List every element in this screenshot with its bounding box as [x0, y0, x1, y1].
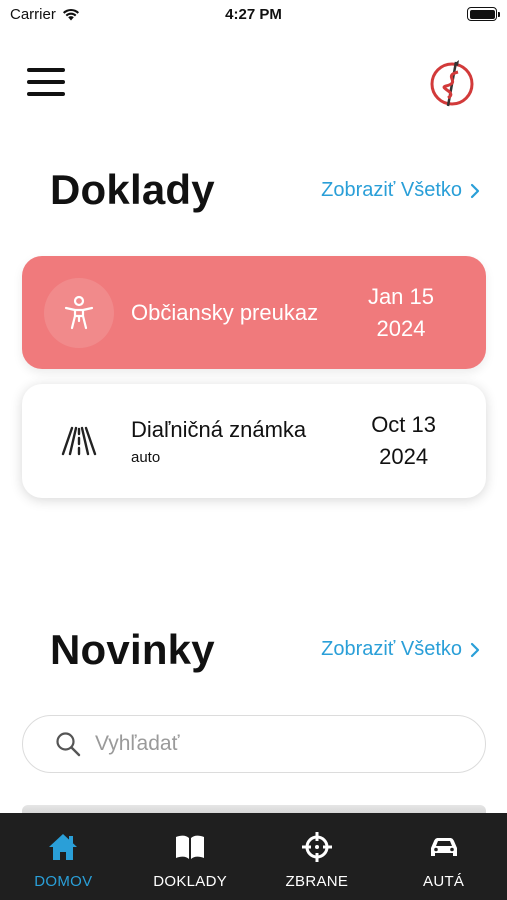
person-icon — [64, 295, 94, 329]
documents-title: Doklady — [50, 166, 215, 213]
tab-label: AUTÁ — [423, 873, 465, 890]
card-date-day: Oct 13 — [371, 412, 436, 437]
bottom-tab-bar: DOMOV DOKLADY ZBRANE AUTÁ — [0, 813, 507, 900]
tab-label: ZBRANE — [285, 873, 349, 890]
card-date: Jan 15 2024 — [368, 281, 434, 345]
book-icon — [176, 835, 205, 859]
card-date-day: Jan 15 — [367, 283, 434, 309]
car-icon — [430, 838, 457, 856]
documents-see-all-link[interactable]: Zobraziť Všetko — [321, 179, 480, 202]
see-all-label: Zobraziť Všetko — [321, 179, 462, 201]
card-date-year: 2024 — [379, 444, 429, 469]
tab-cars[interactable]: AUTÁ — [380, 813, 507, 900]
card-text: Občiansky preukaz — [131, 300, 318, 326]
search-bar[interactable] — [22, 715, 486, 773]
card-subtitle: auto — [131, 448, 161, 466]
search-icon — [56, 732, 81, 757]
tab-home[interactable]: DOMOV — [0, 813, 127, 900]
see-all-label: Zobraziť Všetko — [321, 638, 462, 660]
chevron-right-icon — [470, 183, 480, 198]
chevron-right-icon — [470, 642, 480, 657]
hamburger-menu-icon[interactable] — [27, 68, 65, 96]
tab-label: DOMOV — [34, 873, 93, 890]
caduceus-logo[interactable] — [428, 58, 476, 108]
tab-weapons[interactable]: ZBRANE — [254, 813, 381, 900]
news-see-all-link[interactable]: Zobraziť Všetko — [321, 638, 480, 661]
crosshair-icon — [301, 832, 332, 862]
status-time: 4:27 PM — [225, 6, 282, 23]
tab-label: DOKLADY — [153, 873, 228, 890]
road-icon — [61, 426, 97, 456]
news-title: Novinky — [50, 626, 215, 673]
status-bar: Carrier 4:27 PM — [0, 0, 507, 30]
card-date-year: 2024 — [376, 315, 426, 341]
home-icon — [49, 834, 78, 860]
card-icon-wrap — [44, 277, 114, 348]
card-text: Diaľničná známka auto — [131, 417, 306, 466]
card-title: Diaľničná známka — [131, 416, 307, 442]
card-date: Oct 13 2024 — [371, 409, 436, 473]
search-input[interactable] — [95, 732, 455, 756]
document-card-id[interactable]: Občiansky preukaz Jan 15 2024 — [22, 256, 486, 369]
battery-icon — [467, 7, 500, 21]
card-title: Občiansky preukaz — [131, 299, 319, 325]
card-icon-wrap — [44, 406, 114, 476]
document-card-vignette[interactable]: Diaľničná známka auto Oct 13 2024 — [22, 384, 486, 498]
tab-documents[interactable]: DOKLADY — [127, 813, 254, 900]
